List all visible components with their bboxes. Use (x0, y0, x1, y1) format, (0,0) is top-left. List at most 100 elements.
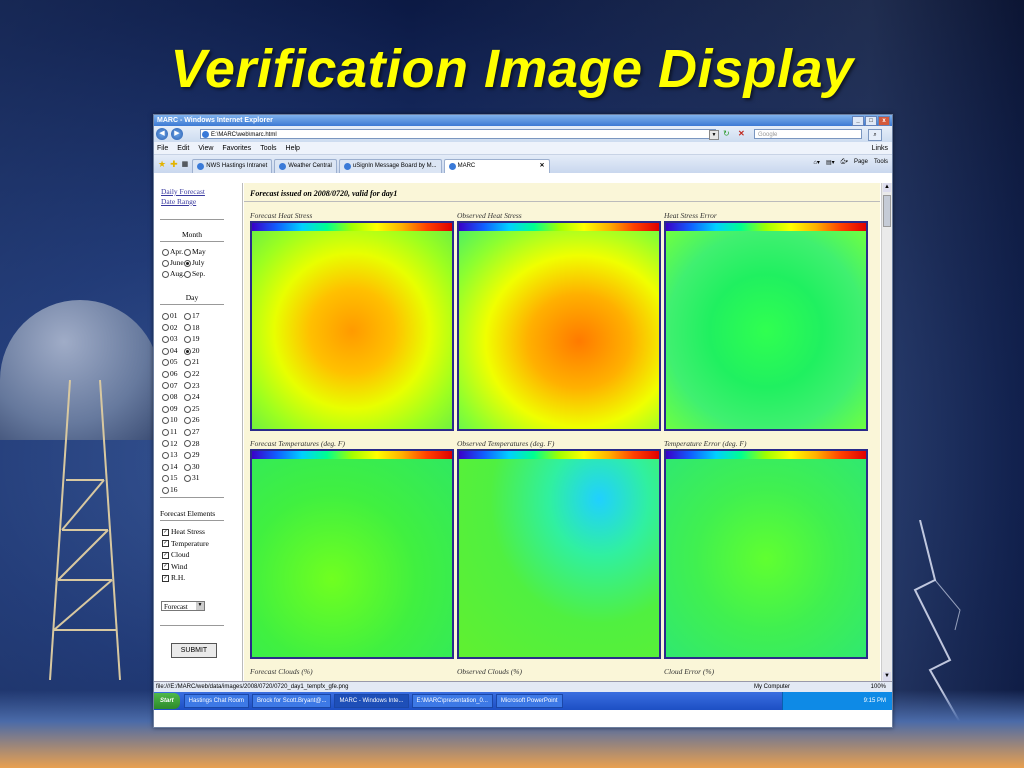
back-arrow-icon[interactable]: ◀ (156, 128, 168, 140)
taskbar-item[interactable]: E:\MARC\presentation_0... (411, 694, 493, 708)
day-option-09[interactable]: 09 (162, 404, 178, 413)
stop-icon[interactable]: ✕ (738, 129, 748, 139)
day-option-11[interactable]: 11 (162, 427, 177, 436)
search-input[interactable]: Google (754, 129, 862, 139)
day-option-21[interactable]: 21 (184, 357, 200, 366)
feeds-icon[interactable]: ▤▾ (826, 159, 835, 166)
submit-button[interactable]: SUBMIT (171, 643, 217, 658)
favorites-star-icon[interactable]: ★ (158, 159, 166, 170)
data-source-select[interactable]: Forecast ▼ (161, 601, 205, 611)
tab-marc[interactable]: MARC ✕ (443, 159, 550, 173)
element-checkbox[interactable]: ✓ R.H. (162, 573, 185, 582)
forecast-heat-stress-map[interactable] (250, 221, 454, 431)
search-icon[interactable]: ⌕ (868, 129, 882, 141)
scroll-up-icon[interactable]: ▲ (883, 183, 891, 192)
tab-nws-hastings[interactable]: NWS Hastings Intranet (192, 159, 273, 173)
date-range-link[interactable]: Date Range (161, 197, 196, 206)
element-checkbox[interactable]: ✓ Cloud (162, 550, 189, 559)
links-label[interactable]: Links (872, 145, 888, 152)
day-option-17[interactable]: 17 (184, 311, 200, 320)
day-option-31[interactable]: 31 (184, 473, 200, 482)
day-option-10[interactable]: 10 (162, 415, 178, 424)
close-tab-icon[interactable]: ✕ (540, 160, 545, 173)
day-option-01[interactable]: 01 (162, 311, 178, 320)
month-may-option[interactable]: May (184, 247, 206, 256)
close-button[interactable]: x (878, 116, 890, 126)
print-icon[interactable]: ⎙▾ (841, 159, 848, 166)
day-option-06[interactable]: 06 (162, 369, 178, 378)
day-option-22[interactable]: 22 (184, 369, 200, 378)
day-option-13[interactable]: 13 (162, 450, 178, 459)
day-option-05[interactable]: 05 (162, 357, 178, 366)
day-option-24[interactable]: 24 (184, 392, 200, 401)
day-option-23[interactable]: 23 (184, 381, 200, 390)
day-option-18[interactable]: 18 (184, 323, 200, 332)
month-apr-option[interactable]: Apr. (162, 247, 183, 256)
day-option-02[interactable]: 02 (162, 323, 178, 332)
tab-weather-central[interactable]: Weather Central (274, 159, 337, 173)
forward-arrow-icon[interactable]: ▶ (171, 128, 183, 140)
temperature-field (459, 459, 659, 657)
error-field (666, 459, 866, 657)
day-option-26[interactable]: 26 (184, 415, 200, 424)
minimize-button[interactable]: _ (852, 116, 864, 126)
day-option-07[interactable]: 07 (162, 381, 178, 390)
scroll-down-icon[interactable]: ▼ (883, 672, 891, 681)
month-july-option[interactable]: July (184, 258, 205, 267)
address-dropdown-icon[interactable]: ▼ (709, 130, 719, 140)
taskbar-item[interactable]: Hastings Chat Room (183, 694, 250, 708)
observed-temperatures-map[interactable] (457, 449, 661, 659)
address-input[interactable]: E:\MARC\web\marc.html (200, 129, 716, 139)
maximize-button[interactable]: □ (865, 116, 877, 126)
day-option-19[interactable]: 19 (184, 334, 200, 343)
day-option-20[interactable]: 20 (184, 346, 200, 355)
home-icon[interactable]: ⌂▾ (813, 159, 820, 166)
day-option-28[interactable]: 28 (184, 439, 200, 448)
temperature-error-map[interactable] (664, 449, 868, 659)
element-checkbox[interactable]: ✓ Temperature (162, 539, 209, 548)
day-option-25[interactable]: 25 (184, 404, 200, 413)
taskbar-item[interactable]: Brock for Scott.Bryant@... (252, 694, 332, 708)
element-checkbox[interactable]: ✓ Wind (162, 562, 187, 571)
menu-edit[interactable]: Edit (177, 145, 189, 152)
taskbar-item[interactable]: Microsoft PowerPoint (495, 694, 563, 708)
month-june-option[interactable]: June (162, 258, 184, 267)
day-option-12[interactable]: 12 (162, 439, 178, 448)
day-row: 04 20 (162, 346, 200, 355)
forecast-temperatures-map[interactable] (250, 449, 454, 659)
day-option-16[interactable]: 16 (162, 485, 178, 494)
page-menu[interactable]: Page (854, 159, 868, 166)
month-sep-option[interactable]: Sep. (184, 269, 205, 278)
clock[interactable]: 9:15 PM (864, 698, 886, 704)
add-favorite-icon[interactable]: ✚ (170, 159, 178, 170)
menu-favorites[interactable]: Favorites (222, 145, 251, 152)
refresh-icon[interactable]: ↻ (723, 129, 734, 139)
month-aug-option[interactable]: Aug. (162, 269, 185, 278)
scroll-thumb[interactable] (883, 195, 891, 227)
observed-heat-stress-map[interactable] (457, 221, 661, 431)
day-option-04[interactable]: 04 (162, 346, 178, 355)
menu-help[interactable]: Help (286, 145, 300, 152)
day-option-08[interactable]: 08 (162, 392, 178, 401)
tab-label: MARC (457, 163, 476, 169)
menu-view[interactable]: View (198, 145, 213, 152)
tab-usignin[interactable]: uSignIn Message Board by M... (338, 159, 442, 173)
menu-tools[interactable]: Tools (260, 145, 276, 152)
day-option-15[interactable]: 15 (162, 473, 178, 482)
day-option-27[interactable]: 27 (184, 427, 200, 436)
vertical-scrollbar[interactable]: ▲ ▼ (881, 183, 892, 681)
menu-file[interactable]: File (157, 145, 168, 152)
map-label: Forecast Temperatures (deg. F) (250, 439, 345, 448)
daily-forecast-link[interactable]: Daily Forecast (161, 187, 205, 196)
element-checkbox[interactable]: ✓ Heat Stress (162, 527, 205, 536)
taskbar-item[interactable]: MARC - Windows Inte... (334, 694, 409, 708)
month-row: Apr. May (162, 247, 206, 256)
heat-stress-error-map[interactable] (664, 221, 868, 431)
day-option-30[interactable]: 30 (184, 462, 200, 471)
tools-menu[interactable]: Tools (874, 159, 888, 166)
start-button[interactable]: Start (154, 693, 180, 709)
day-option-29[interactable]: 29 (184, 450, 200, 459)
day-option-03[interactable]: 03 (162, 334, 178, 343)
quick-tabs-icon[interactable]: ▦ (182, 160, 189, 168)
day-option-14[interactable]: 14 (162, 462, 178, 471)
